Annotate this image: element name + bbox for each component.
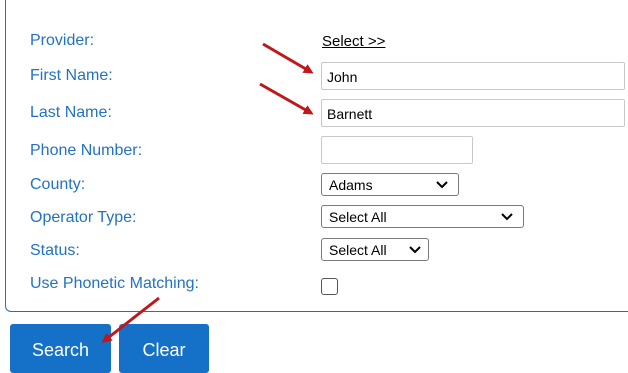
status-select-value: Select All: [329, 242, 387, 258]
county-label: County:: [30, 176, 86, 193]
last-name-field[interactable]: Barnett: [321, 99, 625, 127]
operator-type-select-value: Select All: [329, 209, 387, 225]
status-select[interactable]: Select All: [321, 238, 429, 261]
phonetic-matching-label: Use Phonetic Matching:: [30, 275, 199, 292]
search-form-panel: Provider: Select >> First Name: John Las…: [5, 0, 628, 312]
chevron-down-icon: [436, 181, 448, 189]
provider-label: Provider:: [30, 32, 95, 49]
county-select-value: Adams: [329, 177, 373, 193]
chevron-down-icon: [501, 213, 513, 221]
chevron-down-icon: [409, 246, 421, 254]
county-select[interactable]: Adams: [321, 173, 459, 196]
operator-type-label: Operator Type:: [30, 209, 137, 226]
phone-number-label: Phone Number:: [30, 142, 143, 159]
first-name-field[interactable]: John: [321, 62, 625, 90]
last-name-label: Last Name:: [30, 104, 112, 121]
phone-number-field[interactable]: [321, 136, 473, 164]
clear-button[interactable]: Clear: [119, 324, 209, 373]
search-button[interactable]: Search: [10, 324, 111, 373]
first-name-label: First Name:: [30, 67, 113, 84]
operator-type-select[interactable]: Select All: [321, 205, 524, 228]
phonetic-matching-checkbox[interactable]: [321, 278, 338, 295]
provider-select-link[interactable]: Select >>: [322, 33, 385, 50]
status-label: Status:: [30, 242, 80, 259]
